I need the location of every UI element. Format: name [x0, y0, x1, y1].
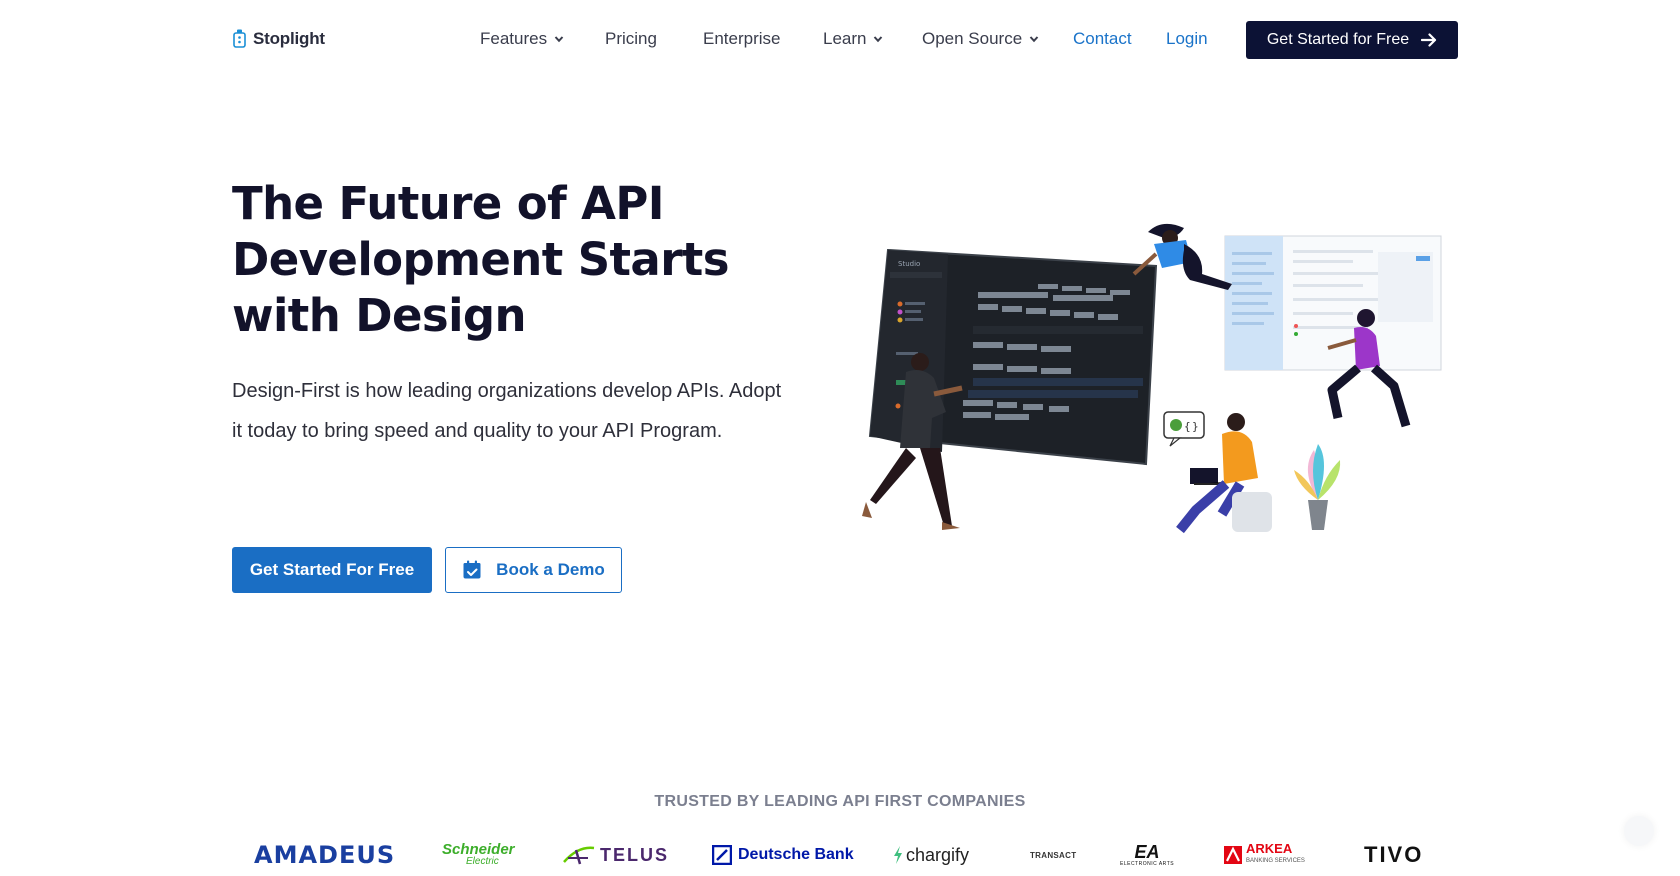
hero-title: The Future of API Development Starts wit… — [232, 177, 729, 342]
nav-features[interactable]: Features — [480, 29, 564, 49]
book-demo-button[interactable]: Book a Demo — [445, 547, 622, 593]
code-bubble-icon: { } — [1163, 411, 1205, 447]
chevron-down-icon — [554, 36, 564, 43]
svg-text:}: } — [1192, 420, 1199, 433]
transact-logo: TRANSACT — [1030, 850, 1077, 860]
studio-title: Studio — [898, 260, 920, 268]
company-logos: AMADEUS Schneider Electric TELUS Deutsch… — [0, 838, 1680, 876]
schneider-logo: Schneider Electric — [442, 841, 515, 867]
nav-pricing-label: Pricing — [605, 29, 657, 48]
tivo-logo: TIVO — [1364, 842, 1424, 867]
book-demo-label: Book a Demo — [496, 560, 605, 579]
nav-enterprise-label: Enterprise — [703, 29, 781, 48]
nav-pricing[interactable]: Pricing — [605, 29, 657, 49]
arrow-right-icon — [1421, 33, 1437, 47]
telus-logo: TELUS — [562, 838, 669, 872]
hero-subtitle: Design-First is how leading organization… — [232, 380, 782, 442]
svg-text:{: { — [1184, 420, 1191, 433]
nav-learn-label: Learn — [823, 29, 867, 48]
amadeus-logo: AMADEUS — [254, 841, 396, 869]
nav-enterprise[interactable]: Enterprise — [703, 29, 780, 49]
nav-learn[interactable]: Learn — [823, 29, 883, 49]
stoplight-logo[interactable]: Stoplight — [232, 29, 325, 49]
chat-widget-button[interactable] — [1624, 816, 1654, 846]
nav-login[interactable]: Login — [1166, 29, 1208, 49]
plant-illustration — [1294, 444, 1341, 530]
arkea-mark-icon — [1224, 846, 1242, 864]
nav-contact-label: Contact — [1073, 29, 1132, 48]
get-started-button[interactable]: Get Started For Free — [232, 547, 432, 593]
get-started-nav-label: Get Started for Free — [1266, 31, 1410, 48]
nav-features-label: Features — [480, 29, 548, 48]
hero-illustration: Studio {} — [848, 222, 1468, 584]
nav-login-label: Login — [1166, 29, 1208, 48]
arkea-logo: ARKEA BANKING SERVICES — [1224, 838, 1305, 872]
logo-wordmark: Stoplight — [253, 29, 325, 48]
trusted-heading: TRUSTED BY LEADING API FIRST COMPANIES — [654, 793, 1026, 810]
deutsche-bank-mark-icon — [712, 845, 732, 865]
chargify-mark-icon — [894, 846, 902, 864]
chevron-down-icon — [1029, 36, 1039, 43]
get-started-label: Get Started For Free — [249, 560, 415, 579]
chevron-down-icon — [874, 36, 883, 43]
nav-open-source-label: Open Source — [922, 29, 1023, 48]
stoplight-logo-icon — [232, 29, 247, 49]
docs-screen-image — [1224, 235, 1442, 371]
nav-contact[interactable]: Contact — [1073, 29, 1132, 49]
deutsche-bank-logo: Deutsche Bank — [712, 838, 854, 872]
arkea-text: ARKEA BANKING SERVICES — [1246, 841, 1305, 864]
ea-logo: EA ELECTRONIC ARTS — [1120, 842, 1175, 867]
calendar-icon — [463, 560, 481, 579]
chargify-logo: chargify — [892, 838, 969, 872]
nav-open-source[interactable]: Open Source — [922, 29, 1039, 49]
get-started-nav-button[interactable]: Get Started for Free — [1246, 21, 1458, 59]
telus-mark-icon — [563, 846, 595, 865]
top-nav: Stoplight Features Pricing Enterprise Le… — [0, 0, 1680, 82]
